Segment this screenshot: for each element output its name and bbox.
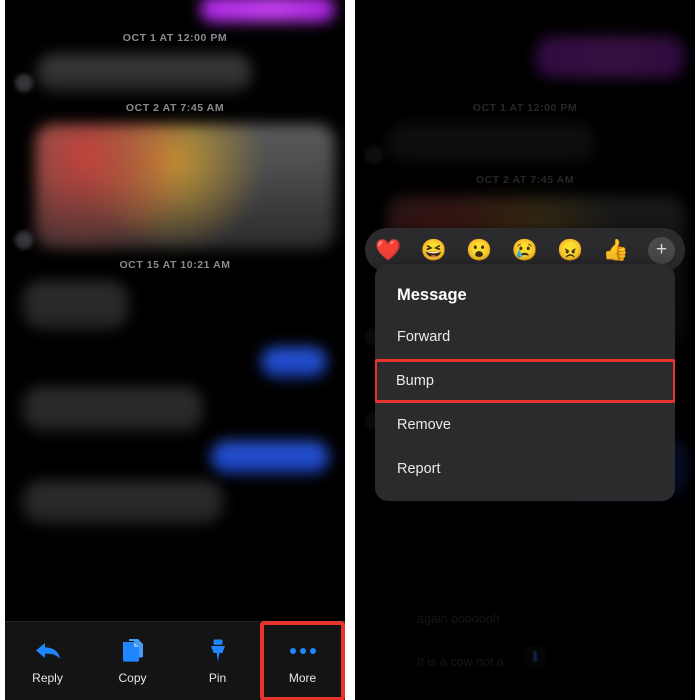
- more-button[interactable]: More: [260, 621, 345, 700]
- copy-documents-icon: [121, 638, 145, 664]
- message-row[interactable]: [5, 52, 345, 94]
- three-dots-icon: [289, 638, 316, 664]
- menu-item-bump[interactable]: Bump: [375, 359, 675, 403]
- screenshot-root: OCT 1 AT 12:00 PM OCT 2 AT 7:45 AM OCT 1…: [0, 0, 700, 700]
- message-bubble-blue[interactable]: [261, 347, 327, 377]
- panel-separator: [345, 0, 355, 700]
- reply-label: Reply: [32, 670, 63, 685]
- heart-reaction-icon[interactable]: ❤️: [375, 240, 401, 261]
- left-phone-panel: OCT 1 AT 12:00 PM OCT 2 AT 7:45 AM OCT 1…: [5, 0, 345, 700]
- message-bubble-purple[interactable]: [535, 36, 685, 78]
- background-message-text: again ooooooh: [417, 612, 500, 626]
- message-bubble-grey[interactable]: [23, 387, 203, 431]
- thumbs-up-reaction-icon[interactable]: 👍: [603, 240, 629, 261]
- menu-item-report[interactable]: Report: [375, 447, 675, 491]
- message-action-toolbar: Reply Copy Pin More: [5, 621, 345, 700]
- message-row[interactable]: [5, 345, 345, 379]
- avatar: [15, 231, 33, 249]
- left-chat-thread[interactable]: OCT 1 AT 12:00 PM OCT 2 AT 7:45 AM OCT 1…: [5, 0, 345, 700]
- laughing-reaction-icon[interactable]: 😆: [421, 240, 447, 261]
- message-row[interactable]: [5, 385, 345, 433]
- pin-button[interactable]: Pin: [175, 622, 260, 700]
- copy-button[interactable]: Copy: [90, 622, 175, 700]
- message-bubble-grey[interactable]: [37, 54, 252, 92]
- more-label: More: [288, 670, 317, 685]
- menu-item-remove[interactable]: Remove: [375, 403, 675, 447]
- message-row[interactable]: [5, 479, 345, 525]
- reply-button[interactable]: Reply: [5, 622, 90, 700]
- reply-arrow-icon: [35, 638, 61, 664]
- message-bubble-grey[interactable]: [23, 481, 223, 523]
- message-row[interactable]: [355, 122, 695, 166]
- message-row[interactable]: [5, 439, 345, 475]
- add-reaction-icon[interactable]: +: [648, 236, 675, 264]
- pin-label: Pin: [208, 670, 227, 685]
- context-menu-title: Message: [397, 286, 467, 304]
- timestamp-divider: OCT 1 AT 12:00 PM: [122, 32, 228, 44]
- scroll-to-bottom-icon[interactable]: ⬇: [523, 645, 547, 669]
- right-phone-panel: OCT 1 AT 12:00 PM OCT 2 AT 7:45 AM again…: [355, 0, 695, 700]
- timestamp-divider: OCT 2 AT 7:45 AM: [475, 174, 575, 186]
- wow-reaction-icon[interactable]: 😮: [466, 240, 492, 261]
- timestamp-divider: OCT 2 AT 7:45 AM: [125, 102, 225, 114]
- message-bubble-grey[interactable]: [387, 124, 595, 164]
- avatar: [365, 146, 383, 164]
- message-bubble-blue[interactable]: [211, 441, 329, 473]
- message-row[interactable]: [5, 0, 345, 24]
- message-row[interactable]: [5, 279, 345, 331]
- message-bubble-purple[interactable]: [200, 0, 335, 22]
- timestamp-divider: OCT 1 AT 12:00 PM: [472, 102, 578, 114]
- avatar: [15, 74, 33, 92]
- background-message-text: It is a cow not a: [417, 655, 504, 669]
- menu-item-forward[interactable]: Forward: [375, 315, 675, 359]
- message-row[interactable]: [355, 0, 695, 80]
- message-attachment-photo[interactable]: [35, 124, 335, 249]
- pushpin-icon: [207, 638, 229, 664]
- copy-label: Copy: [118, 670, 147, 685]
- message-context-menu: Message Forward Bump Remove Report: [375, 264, 675, 501]
- timestamp-divider: OCT 15 AT 10:21 AM: [119, 259, 231, 271]
- sad-reaction-icon[interactable]: 😢: [512, 240, 538, 261]
- angry-reaction-icon[interactable]: 😠: [557, 240, 583, 261]
- message-bubble-grey[interactable]: [23, 281, 128, 329]
- message-row[interactable]: [5, 122, 345, 251]
